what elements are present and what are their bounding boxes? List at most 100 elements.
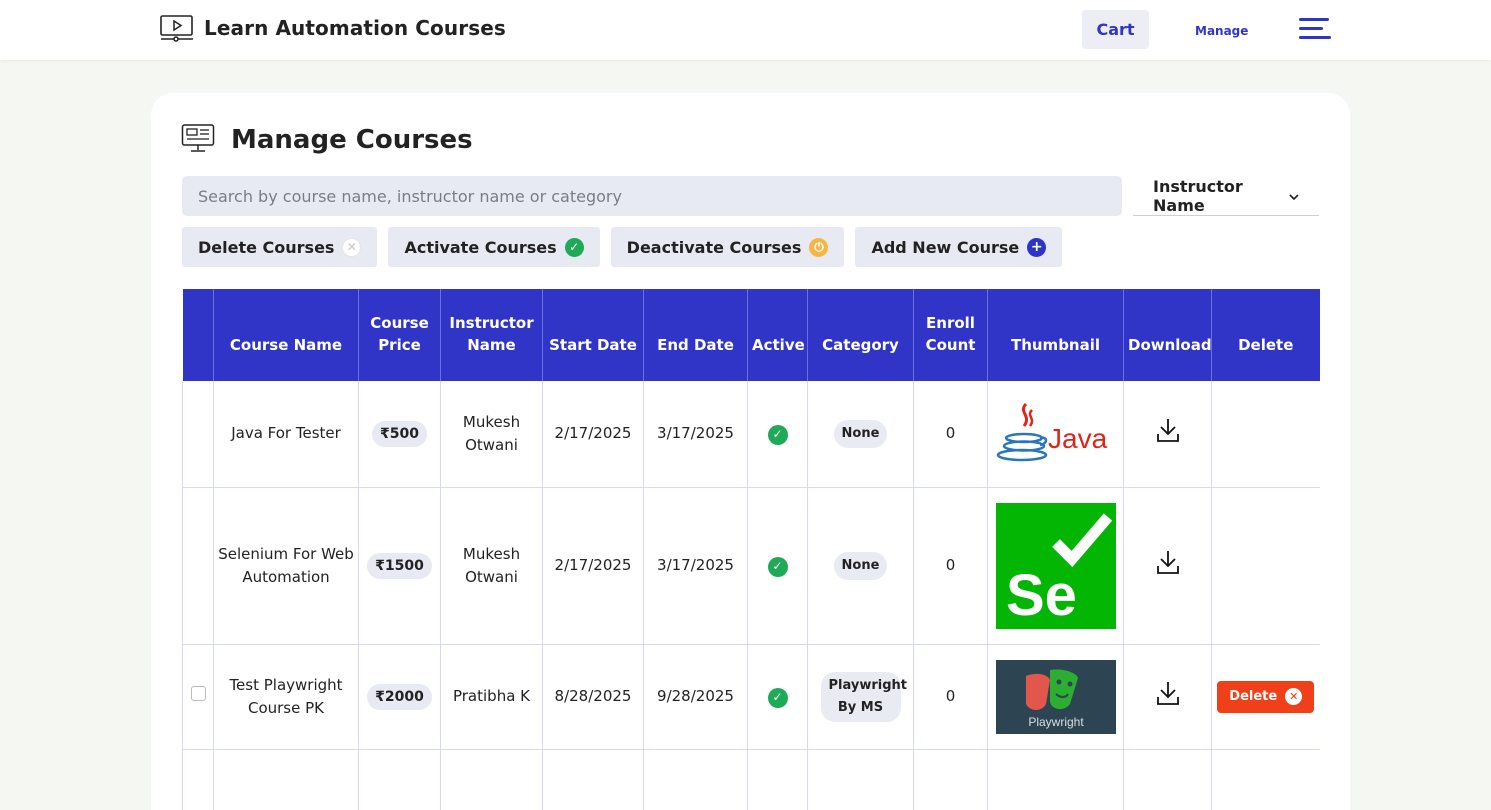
header-end-date[interactable]: End Date (643, 289, 748, 381)
manage-courses-card: Manage Courses Instructor Name Delete Co… (151, 93, 1350, 810)
category-cell: Playwright By MS (807, 644, 914, 750)
course-price-cell: ₹1500 (358, 487, 441, 645)
activate-courses-button[interactable]: Activate Courses ✓ (388, 227, 600, 267)
check-circle-icon: ✓ (564, 237, 584, 257)
instructor-filter-label: Instructor Name (1153, 176, 1243, 215)
search-input[interactable] (182, 176, 1122, 216)
brand[interactable]: Learn Automation Courses (160, 14, 506, 42)
table-header-row: Course Name Course Price Instructor Name… (182, 289, 1320, 381)
courses-table-wrapper: Course Name Course Price Instructor Name… (182, 289, 1320, 810)
header-enroll-count[interactable]: Enroll Count (913, 289, 988, 381)
end-date-cell (643, 749, 748, 810)
delete-courses-label: Delete Courses (198, 237, 335, 257)
activate-courses-label: Activate Courses (404, 237, 557, 257)
category-badge: None (833, 551, 888, 580)
header-course-name[interactable]: Course Name (213, 289, 359, 381)
category-badge: Playwright By MS (820, 671, 907, 722)
category-cell: None (807, 381, 914, 488)
check-circle-icon: ✓ (767, 556, 788, 577)
add-new-course-button[interactable]: Add New Course + (855, 227, 1063, 267)
deactivate-courses-button[interactable]: Deactivate Courses ⏻ (610, 227, 845, 267)
header-delete: Delete (1211, 289, 1320, 381)
header-category[interactable]: Category (807, 289, 914, 381)
download-icon[interactable] (1156, 417, 1180, 450)
thumbnail-cell (987, 749, 1124, 810)
delete-cell (1211, 487, 1320, 645)
enroll-count-cell: 0 (913, 644, 988, 750)
active-cell: ✓ (747, 644, 808, 750)
header-select (182, 289, 214, 381)
manage-link[interactable]: Manage (1195, 24, 1248, 38)
download-icon[interactable] (1156, 680, 1180, 713)
table-row: Selenium For Web Automation ₹1500 Mukesh… (182, 487, 1320, 645)
end-date-cell: 3/17/2025 (643, 487, 748, 645)
active-cell: ✓ (747, 381, 808, 488)
download-cell (1123, 749, 1212, 810)
category-cell: None (807, 487, 914, 645)
row-checkbox[interactable] (190, 686, 206, 701)
price-badge: ₹500 (372, 420, 427, 447)
header-download: Download (1123, 289, 1212, 381)
download-icon[interactable] (1156, 549, 1180, 582)
course-price-cell (358, 749, 441, 810)
header-instructor-name[interactable]: Instructor Name (440, 289, 543, 381)
category-cell (807, 749, 914, 810)
enroll-count-cell (913, 749, 988, 810)
end-date-cell: 3/17/2025 (643, 381, 748, 488)
thumbnail-text: Se (1006, 563, 1077, 628)
table-row: Java For Tester ₹500 Mukesh Otwani 2/17/… (182, 381, 1320, 488)
hamburger-menu-icon[interactable] (1299, 18, 1331, 45)
video-course-icon (160, 14, 194, 42)
enroll-count-cell: 0 (913, 487, 988, 645)
add-new-course-label: Add New Course (871, 237, 1020, 257)
delete-cell (1211, 749, 1320, 810)
price-badge: ₹2000 (367, 683, 432, 710)
close-icon: ✕ (342, 237, 362, 257)
start-date-cell: 8/28/2025 (542, 644, 644, 750)
page-title: Manage Courses (231, 125, 473, 155)
price-badge: ₹1500 (367, 552, 432, 579)
page-header: Manage Courses (181, 123, 473, 157)
delete-cell (1211, 381, 1320, 488)
table-row: Test Playwright Course PK ₹2000 Pratibha… (182, 644, 1320, 750)
course-name-cell: Java For Tester (213, 381, 359, 488)
table-row (182, 749, 1320, 810)
delete-course-button[interactable]: Delete ✕ (1217, 680, 1315, 713)
category-badge: None (833, 419, 888, 448)
instructor-cell: Mukesh Otwani (440, 487, 543, 645)
cart-button[interactable]: Cart (1082, 10, 1149, 49)
row-select-cell (182, 487, 214, 645)
row-select-cell (182, 381, 214, 488)
monitor-icon (181, 123, 215, 157)
deactivate-courses-label: Deactivate Courses (626, 237, 802, 257)
thumbnail-text: Playwright (1028, 715, 1084, 729)
thumbnail-cell: Playwright (987, 644, 1124, 750)
header-course-price[interactable]: Course Price (358, 289, 441, 381)
instructor-filter-select[interactable]: Instructor Name (1133, 176, 1319, 216)
instructor-cell: Pratibha K (440, 644, 543, 750)
check-circle-icon: ✓ (767, 424, 788, 445)
check-circle-icon: ✓ (767, 687, 788, 708)
active-cell (747, 749, 808, 810)
playwright-logo-thumbnail: Playwright (995, 659, 1116, 734)
start-date-cell: 2/17/2025 (542, 487, 644, 645)
top-navbar: Learn Automation Courses Cart Manage (0, 0, 1491, 60)
end-date-cell: 9/28/2025 (643, 644, 748, 750)
delete-courses-button[interactable]: Delete Courses ✕ (182, 227, 378, 267)
header-thumbnail: Thumbnail (987, 289, 1124, 381)
java-logo-thumbnail: Java (996, 402, 1108, 461)
header-start-date[interactable]: Start Date (542, 289, 644, 381)
active-cell: ✓ (747, 487, 808, 645)
header-active[interactable]: Active (747, 289, 808, 381)
course-price-cell: ₹500 (358, 381, 441, 488)
course-name-cell: Selenium For Web Automation (213, 487, 359, 645)
course-price-cell: ₹2000 (358, 644, 441, 750)
course-name-cell (213, 749, 359, 810)
selenium-logo-thumbnail: Se (995, 502, 1116, 629)
instructor-cell: Mukesh Otwani (440, 381, 543, 488)
download-cell (1123, 381, 1212, 488)
delete-cell: Delete ✕ (1211, 644, 1320, 750)
delete-button-label: Delete (1229, 689, 1278, 704)
thumbnail-text: Java (1048, 423, 1108, 454)
row-select-cell (182, 644, 214, 750)
